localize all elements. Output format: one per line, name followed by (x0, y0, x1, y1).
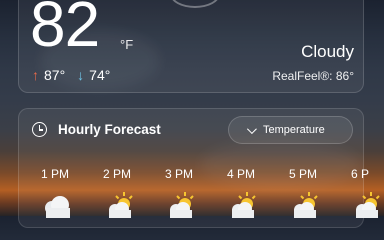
hour-label: 3 PM (165, 167, 194, 181)
low-temperature: 74° (89, 67, 111, 83)
cloud-icon (45, 196, 70, 218)
hour-label: 4 PM (227, 167, 256, 181)
realfeel-text: RealFeel®: 86° (272, 69, 354, 83)
chevron-down-icon (246, 123, 257, 134)
partly-sunny-icon (356, 192, 380, 218)
temperature-unit: °F (120, 37, 134, 52)
arrow-up-icon: ↑ (32, 67, 39, 83)
partly-sunny-icon (232, 192, 256, 218)
arrow-down-icon: ↓ (77, 67, 85, 83)
current-temperature: 82 (30, 0, 100, 60)
hour-label: 2 PM (103, 167, 132, 181)
partly-sunny-icon (294, 192, 318, 218)
partly-sunny-icon (109, 192, 133, 218)
temperature-metric-button[interactable]: Temperature (228, 116, 353, 144)
high-temperature: 87° (44, 67, 66, 83)
hour-label: 6 P (351, 167, 370, 181)
clock-icon (32, 122, 47, 137)
partly-sunny-icon (170, 192, 194, 218)
metric-button-label: Temperature (263, 124, 325, 136)
hour-label: 5 PM (289, 167, 318, 181)
hourly-forecast-title: Hourly Forecast (58, 122, 161, 137)
high-low-temps: ↑ 87° ↓ 74° (32, 67, 110, 83)
condition-text: Cloudy (301, 42, 354, 61)
hour-label: 1 PM (41, 167, 70, 181)
